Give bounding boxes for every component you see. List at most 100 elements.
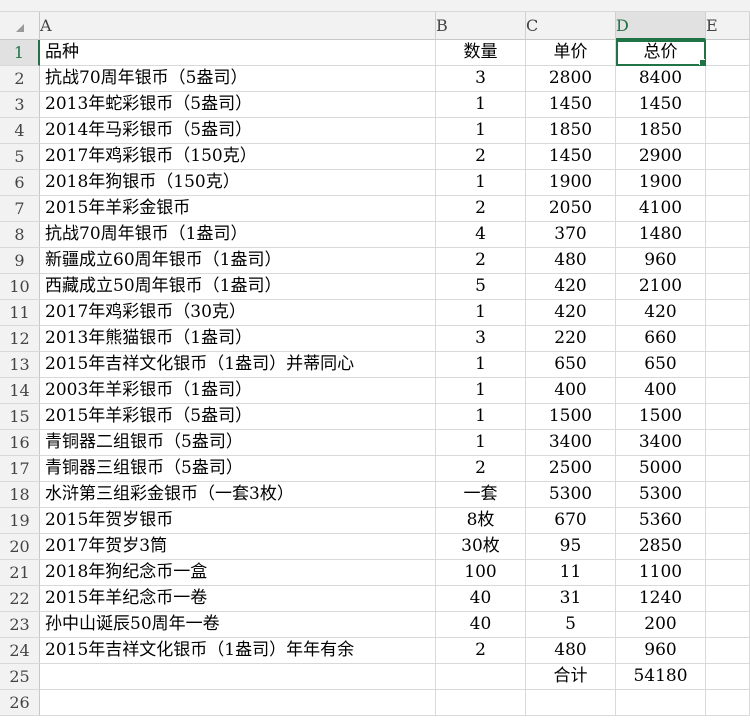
cell-e5[interactable] bbox=[706, 144, 750, 170]
cell-e3[interactable] bbox=[706, 92, 750, 118]
cell-d13[interactable]: 650 bbox=[616, 352, 706, 378]
cell-e2[interactable] bbox=[706, 66, 750, 92]
row-header-19[interactable]: 19 bbox=[0, 508, 40, 534]
cell-a1[interactable]: 品种 bbox=[40, 40, 436, 66]
row-header-21[interactable]: 21 bbox=[0, 560, 40, 586]
cell-a12[interactable]: 2013年熊猫银币（1盎司） bbox=[40, 326, 436, 352]
cell-e12[interactable] bbox=[706, 326, 750, 352]
cell-b1[interactable]: 数量 bbox=[436, 40, 526, 66]
cell-e24[interactable] bbox=[706, 638, 750, 664]
cell-e13[interactable] bbox=[706, 352, 750, 378]
cell-a3[interactable]: 2013年蛇彩银币（5盎司） bbox=[40, 92, 436, 118]
row-header-3[interactable]: 3 bbox=[0, 92, 40, 118]
cell-e14[interactable] bbox=[706, 378, 750, 404]
cell-d1[interactable]: 总价 bbox=[616, 40, 706, 66]
column-header-a[interactable]: A bbox=[40, 12, 436, 40]
cell-a6[interactable]: 2018年狗银币（150克） bbox=[40, 170, 436, 196]
cell-c25[interactable]: 合计 bbox=[526, 664, 616, 690]
cell-b25[interactable] bbox=[436, 664, 526, 690]
cell-e9[interactable] bbox=[706, 248, 750, 274]
cell-e11[interactable] bbox=[706, 300, 750, 326]
cell-a17[interactable]: 青铜器三组银币（5盎司） bbox=[40, 456, 436, 482]
cell-c26[interactable] bbox=[526, 690, 616, 716]
cell-a23[interactable]: 孙中山诞辰50周年一卷 bbox=[40, 612, 436, 638]
row-header-12[interactable]: 12 bbox=[0, 326, 40, 352]
row-header-5[interactable]: 5 bbox=[0, 144, 40, 170]
row-header-13[interactable]: 13 bbox=[0, 352, 40, 378]
cell-d8[interactable]: 1480 bbox=[616, 222, 706, 248]
row-header-10[interactable]: 10 bbox=[0, 274, 40, 300]
cell-b22[interactable]: 40 bbox=[436, 586, 526, 612]
cell-d23[interactable]: 200 bbox=[616, 612, 706, 638]
cell-a24[interactable]: 2015年吉祥文化银币（1盎司）年年有余 bbox=[40, 638, 436, 664]
cell-d18[interactable]: 5300 bbox=[616, 482, 706, 508]
row-header-18[interactable]: 18 bbox=[0, 482, 40, 508]
row-header-17[interactable]: 17 bbox=[0, 456, 40, 482]
cell-d17[interactable]: 5000 bbox=[616, 456, 706, 482]
row-header-15[interactable]: 15 bbox=[0, 404, 40, 430]
row-header-4[interactable]: 4 bbox=[0, 118, 40, 144]
row-header-14[interactable]: 14 bbox=[0, 378, 40, 404]
cell-b4[interactable]: 1 bbox=[436, 118, 526, 144]
cell-b13[interactable]: 1 bbox=[436, 352, 526, 378]
cell-c19[interactable]: 670 bbox=[526, 508, 616, 534]
cell-a16[interactable]: 青铜器二组银币（5盎司） bbox=[40, 430, 436, 456]
row-header-24[interactable]: 24 bbox=[0, 638, 40, 664]
column-header-e[interactable]: E bbox=[706, 12, 750, 40]
cell-b23[interactable]: 40 bbox=[436, 612, 526, 638]
cell-e4[interactable] bbox=[706, 118, 750, 144]
cell-d16[interactable]: 3400 bbox=[616, 430, 706, 456]
cell-b14[interactable]: 1 bbox=[436, 378, 526, 404]
cell-b5[interactable]: 2 bbox=[436, 144, 526, 170]
cell-a14[interactable]: 2003年羊彩银币（1盎司） bbox=[40, 378, 436, 404]
fill-handle[interactable] bbox=[699, 59, 705, 65]
row-header-25[interactable]: 25 bbox=[0, 664, 40, 690]
cell-e8[interactable] bbox=[706, 222, 750, 248]
cell-e26[interactable] bbox=[706, 690, 750, 716]
cell-e20[interactable] bbox=[706, 534, 750, 560]
cell-e7[interactable] bbox=[706, 196, 750, 222]
cell-e25[interactable] bbox=[706, 664, 750, 690]
cell-a4[interactable]: 2014年马彩银币（5盎司） bbox=[40, 118, 436, 144]
cell-e15[interactable] bbox=[706, 404, 750, 430]
cell-b2[interactable]: 3 bbox=[436, 66, 526, 92]
cell-a25[interactable] bbox=[40, 664, 436, 690]
cell-b15[interactable]: 1 bbox=[436, 404, 526, 430]
cell-d4[interactable]: 1850 bbox=[616, 118, 706, 144]
cell-d26[interactable] bbox=[616, 690, 706, 716]
cell-a9[interactable]: 新疆成立60周年银币（1盎司） bbox=[40, 248, 436, 274]
cell-e10[interactable] bbox=[706, 274, 750, 300]
cell-d21[interactable]: 1100 bbox=[616, 560, 706, 586]
cell-b18[interactable]: 一套 bbox=[436, 482, 526, 508]
cell-b8[interactable]: 4 bbox=[436, 222, 526, 248]
cell-c16[interactable]: 3400 bbox=[526, 430, 616, 456]
cell-c23[interactable]: 5 bbox=[526, 612, 616, 638]
cell-a20[interactable]: 2017年贺岁3筒 bbox=[40, 534, 436, 560]
cell-a10[interactable]: 西藏成立50周年银币（1盎司） bbox=[40, 274, 436, 300]
cell-a7[interactable]: 2015年羊彩金银币 bbox=[40, 196, 436, 222]
row-header-1[interactable]: 1 bbox=[0, 40, 40, 66]
row-header-2[interactable]: 2 bbox=[0, 66, 40, 92]
cell-d2[interactable]: 8400 bbox=[616, 66, 706, 92]
cell-c24[interactable]: 480 bbox=[526, 638, 616, 664]
cell-b6[interactable]: 1 bbox=[436, 170, 526, 196]
row-header-16[interactable]: 16 bbox=[0, 430, 40, 456]
cell-c10[interactable]: 420 bbox=[526, 274, 616, 300]
column-header-d[interactable]: D bbox=[616, 12, 706, 40]
cell-c21[interactable]: 11 bbox=[526, 560, 616, 586]
cell-b3[interactable]: 1 bbox=[436, 92, 526, 118]
column-header-b[interactable]: B bbox=[436, 12, 526, 40]
cell-d3[interactable]: 1450 bbox=[616, 92, 706, 118]
cell-b20[interactable]: 30枚 bbox=[436, 534, 526, 560]
cell-a21[interactable]: 2018年狗纪念币一盒 bbox=[40, 560, 436, 586]
cell-c20[interactable]: 95 bbox=[526, 534, 616, 560]
cell-e17[interactable] bbox=[706, 456, 750, 482]
cell-c11[interactable]: 420 bbox=[526, 300, 616, 326]
cell-b17[interactable]: 2 bbox=[436, 456, 526, 482]
cell-c12[interactable]: 220 bbox=[526, 326, 616, 352]
cell-d14[interactable]: 400 bbox=[616, 378, 706, 404]
cell-d25[interactable]: 54180 bbox=[616, 664, 706, 690]
cell-b16[interactable]: 1 bbox=[436, 430, 526, 456]
cell-c5[interactable]: 1450 bbox=[526, 144, 616, 170]
cell-a8[interactable]: 抗战70周年银币（1盎司） bbox=[40, 222, 436, 248]
